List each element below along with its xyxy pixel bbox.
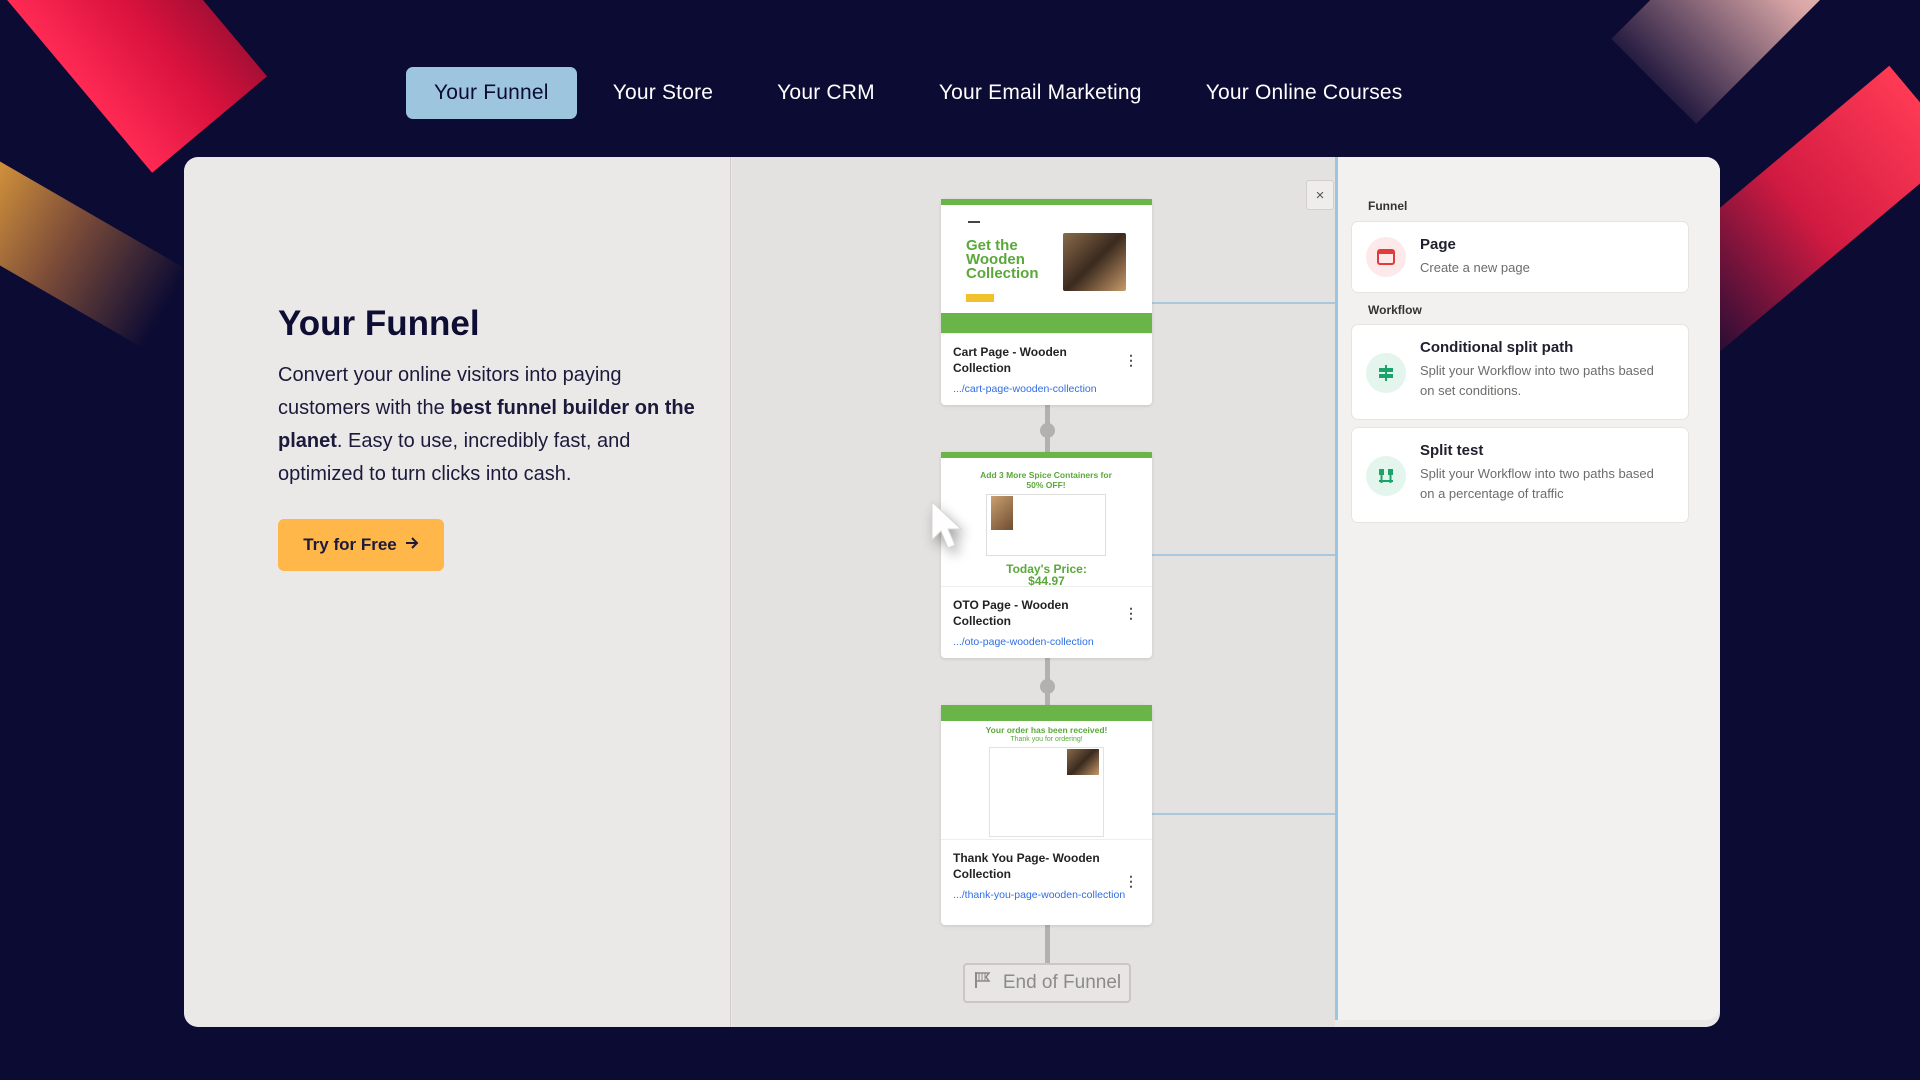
funnel-page-card[interactable]: Get the Wooden Collection Cart Page - Wo…	[941, 199, 1152, 405]
tab-your-store[interactable]: Your Store	[585, 67, 741, 119]
decorative-stripe-orange	[0, 150, 188, 348]
page-link[interactable]: .../cart-page-wooden-collection	[941, 376, 1152, 396]
funnel-page-card[interactable]: Your order has been received! Thank you …	[941, 705, 1152, 925]
page-title: Cart Page - Wooden Collection	[953, 345, 1067, 375]
page-link[interactable]: .../oto-page-wooden-collection	[941, 629, 1152, 649]
more-options-icon[interactable]: ⋮	[1124, 352, 1138, 369]
split-test-icon	[1366, 456, 1406, 496]
thumb-heading: Add 3 More Spice Containers for 50% OFF!	[980, 470, 1112, 490]
thumb-heading: Your order has been received!	[985, 725, 1108, 735]
connector-line	[1152, 302, 1335, 304]
hero-description: Convert your online visitors into paying…	[278, 359, 718, 491]
mouse-cursor-icon	[928, 500, 968, 557]
more-options-icon[interactable]: ⋮	[1124, 605, 1138, 622]
cta-label: Try for Free	[303, 535, 397, 554]
page-link[interactable]: .../thank-you-page-wooden-collection	[941, 882, 1152, 902]
flow-node	[1040, 423, 1055, 438]
more-options-icon[interactable]: ⋮	[1124, 873, 1138, 890]
split-path-icon	[1366, 353, 1406, 393]
thumb-price: $44.97	[1028, 574, 1065, 587]
thumb-footer-bar	[941, 313, 1152, 333]
logo-icon	[968, 213, 980, 223]
thumb-topbar	[941, 452, 1152, 458]
tool-description: Split your Workflow into two paths based…	[1420, 363, 1654, 398]
page-title: Thank You Page- Wooden Collection	[953, 851, 1100, 881]
tab-your-crm[interactable]: Your CRM	[749, 67, 903, 119]
try-for-free-button[interactable]: Try for Free	[278, 519, 444, 571]
decorative-stripe-red	[0, 0, 268, 173]
product-image	[1063, 233, 1126, 291]
tool-title: Split test	[1420, 442, 1484, 459]
page-icon	[1366, 237, 1406, 277]
hero-title: Your Funnel	[278, 304, 480, 343]
flow-node	[1040, 679, 1055, 694]
connector-line	[1152, 554, 1335, 556]
end-of-funnel-marker: End of Funnel	[963, 963, 1131, 1003]
thumb-topbar	[941, 199, 1152, 205]
thumb-header-bar	[941, 705, 1152, 721]
tool-title: Conditional split path	[1420, 339, 1574, 356]
funnel-section-label: Funnel	[1368, 199, 1408, 213]
page-thumbnail: Get the Wooden Collection	[941, 199, 1152, 334]
product-image	[1067, 749, 1099, 775]
flow-line	[1045, 924, 1050, 968]
tab-your-funnel[interactable]: Your Funnel	[406, 67, 577, 119]
split-test-tool[interactable]: Split test Split your Workflow into two …	[1351, 427, 1689, 523]
end-of-funnel-label: End of Funnel	[1002, 972, 1122, 993]
thumb-subheading: Thank you for ordering!	[1010, 736, 1083, 743]
product-image	[991, 496, 1013, 530]
funnel-page-card[interactable]: Add 3 More Spice Containers for 50% OFF!…	[941, 452, 1152, 658]
flag-icon	[973, 971, 993, 995]
arrow-right-icon	[405, 535, 419, 555]
close-icon[interactable]: ×	[1306, 180, 1334, 210]
page-tool[interactable]: Page Create a new page	[1351, 221, 1689, 293]
conditional-split-path-tool[interactable]: Conditional split path Split your Workfl…	[1351, 324, 1689, 420]
page-thumbnail: Your order has been received! Thank you …	[941, 705, 1152, 840]
add-element-panel: Funnel Page Create a new page Workflow C…	[1335, 157, 1720, 1020]
tool-title: Page	[1420, 236, 1456, 253]
decorative-stripe-light	[1611, 0, 1880, 124]
tab-your-online-courses[interactable]: Your Online Courses	[1178, 67, 1431, 119]
page-title: OTO Page - Wooden Collection	[953, 598, 1069, 628]
hero-pane: Your Funnel Convert your online visitors…	[184, 157, 731, 1027]
tab-your-email-marketing[interactable]: Your Email Marketing	[911, 67, 1170, 119]
thumb-heading: Get the Wooden Collection	[966, 237, 1039, 282]
workflow-section-label: Workflow	[1368, 303, 1422, 317]
tool-description: Create a new page	[1420, 260, 1530, 275]
connector-line	[1152, 813, 1335, 815]
tool-description: Split your Workflow into two paths based…	[1420, 466, 1654, 501]
thumb-button	[966, 294, 994, 302]
product-tabs: Your Funnel Your Store Your CRM Your Ema…	[406, 67, 1431, 119]
page-thumbnail: Add 3 More Spice Containers for 50% OFF!…	[941, 452, 1152, 587]
